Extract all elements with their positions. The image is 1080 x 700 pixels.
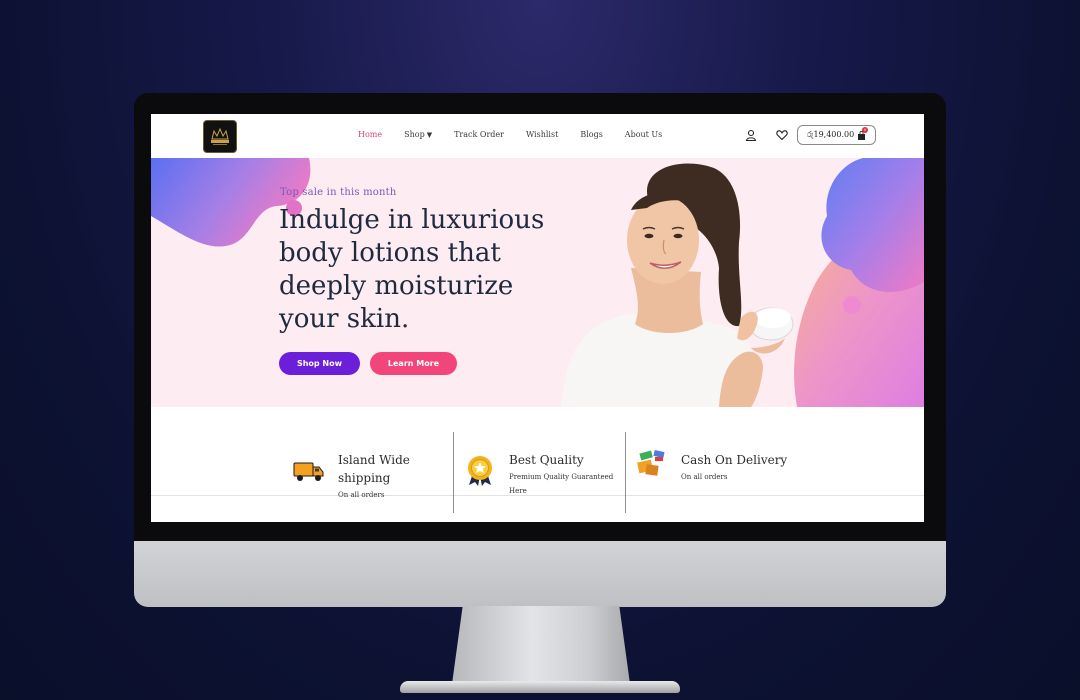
feature-title-cod: Cash On Delivery bbox=[681, 453, 788, 467]
main-nav: Home Shop ▼ Track Order Wishlist Blogs Ab… bbox=[358, 130, 684, 139]
cart-button[interactable]: රු19,400.00 0 bbox=[797, 125, 876, 145]
feature-subtitle-shipping: On all orders bbox=[338, 491, 385, 499]
quality-badge-icon bbox=[468, 456, 492, 486]
learn-more-button[interactable]: Learn More bbox=[370, 352, 457, 375]
hero-banner: Top sale in this month Indulge in luxuri… bbox=[151, 158, 924, 407]
nav-about-us[interactable]: About Us bbox=[625, 130, 662, 139]
hero-eyebrow: Top sale in this month bbox=[280, 187, 397, 198]
heart-icon[interactable] bbox=[776, 129, 788, 141]
site-header: Home Shop ▼ Track Order Wishlist Blogs Ab… bbox=[151, 114, 924, 158]
crown-logo-icon bbox=[211, 127, 229, 145]
nav-track-order[interactable]: Track Order bbox=[454, 130, 504, 139]
hero-title: Indulge in luxurious body lotions that d… bbox=[279, 205, 545, 334]
user-icon[interactable] bbox=[745, 129, 757, 141]
feature-title-quality: Best Quality bbox=[509, 453, 584, 467]
feature-title-shipping: Island Wide shipping bbox=[338, 453, 410, 485]
features-bar: Island Wide shipping On all orders Best … bbox=[151, 407, 924, 522]
shop-now-button[interactable]: Shop Now bbox=[279, 352, 360, 375]
monitor-stand bbox=[452, 606, 630, 684]
cart-count-badge: 0 bbox=[862, 127, 868, 133]
feature-subtitle-quality: Premium Quality Guaranteed Here bbox=[509, 473, 614, 495]
delivery-truck-icon bbox=[293, 462, 324, 481]
cart-total: රු19,400.00 bbox=[806, 130, 855, 139]
monitor-foot bbox=[400, 681, 680, 693]
site-logo[interactable] bbox=[203, 120, 237, 153]
chevron-down-icon: ▼ bbox=[426, 131, 433, 139]
nav-shop-label: Shop bbox=[404, 130, 425, 139]
feature-subtitle-cod: On all orders bbox=[681, 473, 728, 481]
website-screen: Home Shop ▼ Track Order Wishlist Blogs Ab… bbox=[151, 114, 924, 522]
cash-delivery-icon bbox=[637, 450, 665, 476]
feature-divider bbox=[625, 432, 626, 513]
nav-home[interactable]: Home bbox=[358, 130, 382, 139]
nav-blogs[interactable]: Blogs bbox=[580, 130, 602, 139]
monitor-chin bbox=[134, 541, 946, 607]
nav-shop[interactable]: Shop ▼ bbox=[404, 130, 432, 139]
model-woman-image bbox=[561, 163, 794, 407]
feature-divider bbox=[453, 432, 454, 513]
nav-wishlist[interactable]: Wishlist bbox=[526, 130, 558, 139]
